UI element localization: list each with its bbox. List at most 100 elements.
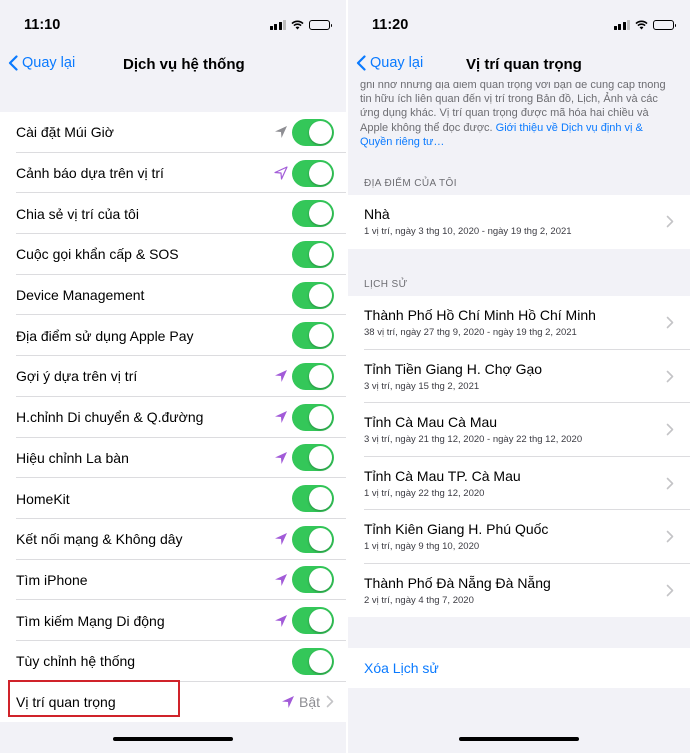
location-entry-title: Tỉnh Kiên Giang H. Phú Quốc [364,521,549,538]
row-value: Bật [298,693,320,710]
back-button[interactable]: Quay lại [8,55,75,71]
wifi-icon [635,20,648,30]
settings-row[interactable]: HomeKit [0,478,346,519]
chevron-left-icon [8,55,18,71]
status-time: 11:10 [24,17,61,33]
location-entry-title: Thành Phố Hồ Chí Minh Hồ Chí Minh [364,307,596,324]
intro-text: ghi nhớ những địa điểm quan trọng với bạ… [360,79,676,149]
back-label: Quay lại [22,55,76,71]
back-label: Quay lại [370,55,424,71]
settings-row-label: Tìm iPhone [16,571,88,588]
toggle-switch[interactable] [292,647,334,675]
toggle-switch[interactable] [292,240,334,268]
toggle-switch[interactable] [292,403,334,431]
settings-row-label: Kết nối mạng & Không dây [16,531,183,548]
toggle-switch[interactable] [292,159,334,187]
significant-locations-screen: 11:20 ghi nhớ những địa điểm quan trọng … [348,0,690,753]
settings-row[interactable]: Tìm iPhone [0,560,346,601]
toggle-knob [309,120,332,144]
page-title: Vị trí quan trọng [466,56,582,73]
location-entry-subtitle: 2 vị trí, ngày 4 thg 7, 2020 [364,594,474,606]
location-entry[interactable]: Tỉnh Kiên Giang H. Phú Quốc 1 vị trí, ng… [348,510,690,564]
my-places-header: ĐỊA ĐIỂM CỦA TÔI [364,178,457,189]
location-arrow-icon [274,166,288,180]
chevron-right-icon [666,584,674,597]
system-services-list: Cài đặt Múi Giờ Cảnh báo dựa trên vị trí C… [0,112,346,723]
toggle-knob [309,242,332,266]
location-arrow-icon [274,125,288,139]
home-indicator [113,737,233,741]
settings-row[interactable]: Cảnh báo dựa trên vị trí [0,153,346,194]
chevron-left-icon [356,55,366,71]
settings-row[interactable]: Chia sẻ vị trí của tôi [0,193,346,234]
settings-row[interactable]: Kết nối mạng & Không dây [0,519,346,560]
toggle-knob [309,364,332,388]
toggle-switch[interactable] [292,200,334,228]
toggle-switch[interactable] [292,566,334,594]
cellular-signal-icon [269,20,286,30]
settings-row-label: Device Management [16,287,145,304]
chevron-right-icon [666,530,674,543]
toggle-switch[interactable] [292,607,334,635]
privacy-link-continued[interactable]: Quyền riêng tư… [360,136,444,148]
toggle-knob [309,202,332,226]
location-entry[interactable]: Tỉnh Tiền Giang H. Chợ Gạo 3 vị trí, ngà… [348,350,690,404]
location-arrow-icon [274,532,288,546]
intro-line: tin hữu ích liên quan đến vị trí trong B… [360,93,658,106]
toggle-switch[interactable] [292,444,334,472]
my-places-list: Nhà 1 vị trí, ngày 3 thg 10, 2020 - ngày… [348,195,690,249]
privacy-link[interactable]: Giới thiệu về Dịch vụ định vị & [496,122,643,134]
toggle-switch[interactable] [292,281,334,309]
clear-history-button[interactable]: Xóa Lịch sử [348,648,690,688]
home-indicator [459,737,579,741]
settings-row[interactable]: Địa điểm sử dụng Apple Pay [0,315,346,356]
history-header: LỊCH SỬ [364,279,408,290]
toggle-knob [309,161,332,185]
settings-row-label: Tìm kiếm Mạng Di động [16,612,165,629]
status-bar: 11:20 [348,0,690,46]
settings-row[interactable]: Cuộc gọi khẩn cấp & SOS [0,234,346,275]
settings-row[interactable]: Cài đặt Múi Giờ [0,112,346,153]
settings-row[interactable]: H.chỉnh Di chuyển & Q.đường [0,397,346,438]
clear-history-group: Xóa Lịch sử [348,648,690,688]
location-entry[interactable]: Thành Phố Đà Nẵng Đà Nẵng 2 vị trí, ngày… [348,564,690,618]
settings-row[interactable]: Gợi ý dựa trên vị trí [0,356,346,397]
chevron-right-icon [326,695,334,708]
chevron-right-icon [666,316,674,329]
settings-row[interactable]: Tùy chỉnh hệ thống [0,641,346,682]
toggle-switch[interactable] [292,322,334,350]
toggle-switch[interactable] [292,485,334,513]
toggle-knob [309,527,332,551]
status-bar: 11:10 [0,0,346,46]
location-entry-title: Nhà [364,206,390,223]
location-arrow-icon [274,451,288,465]
toggle-knob [309,446,332,470]
back-button[interactable]: Quay lại [356,55,423,71]
wifi-icon [291,20,304,30]
toggle-switch[interactable] [292,118,334,146]
chevron-right-icon [666,477,674,490]
location-entry-title: Tỉnh Tiền Giang H. Chợ Gạo [364,360,543,377]
settings-row-label: Cảnh báo dựa trên vị trí [16,165,164,182]
highlight-box [8,680,180,717]
system-services-screen: 11:10 Quay lại Dịch vụ hệ thống Cài đặt … [0,0,346,753]
chevron-right-icon [666,215,674,228]
settings-row[interactable]: Tìm kiếm Mạng Di động [0,600,346,641]
location-entry[interactable]: Thành Phố Hồ Chí Minh Hồ Chí Minh 38 vị … [348,296,690,350]
settings-row-label: Tùy chỉnh hệ thống [16,653,136,670]
status-time: 11:20 [372,17,409,33]
location-entry[interactable]: Nhà 1 vị trí, ngày 3 thg 10, 2020 - ngày… [348,195,690,249]
location-entry[interactable]: Tỉnh Cà Mau TP. Cà Mau 1 vị trí, ngày 22… [348,457,690,511]
toggle-switch[interactable] [292,362,334,390]
intro-line: ứng dụng khác. Vị trí quan trọng được mã… [360,107,649,120]
chevron-right-icon [666,370,674,383]
toggle-switch[interactable] [292,525,334,553]
location-entry[interactable]: Tỉnh Cà Mau Cà Mau 3 vị trí, ngày 21 thg… [348,403,690,457]
settings-row[interactable]: Device Management [0,275,346,316]
settings-row[interactable]: Hiệu chỉnh La bàn [0,438,346,479]
location-arrow-icon [274,369,288,383]
settings-row-label: Chia sẻ vị trí của tôi [16,205,139,222]
toggle-knob [309,283,332,307]
intro-line: Apple không thể đọc được. [360,121,496,134]
settings-row-label: Hiệu chỉnh La bàn [16,449,129,466]
